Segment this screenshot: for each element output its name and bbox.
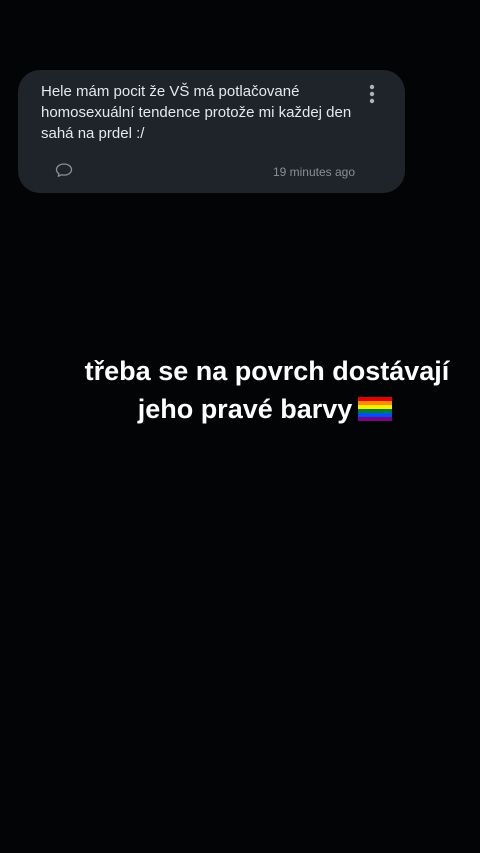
more-options-button[interactable] <box>361 83 383 105</box>
caption-line-1: třeba se na povrch dostávají <box>84 356 450 386</box>
message-card: Hele mám pocit že VŠ má potlačované homo… <box>18 70 405 193</box>
rainbow-flag-icon <box>358 397 393 421</box>
message-text: Hele mám pocit že VŠ má potlačované homo… <box>41 83 352 142</box>
speech-bubble-icon <box>55 163 73 177</box>
caption-line-2: jeho pravé barvy <box>0 390 480 428</box>
caption-line-2-text: jeho pravé barvy <box>137 394 353 424</box>
message-timestamp: 19 minutes ago <box>272 165 355 179</box>
story-caption: třeba se na povrch dostávají jeho pravé … <box>0 352 480 428</box>
more-vertical-icon <box>369 84 375 104</box>
reply-button[interactable] <box>55 162 77 182</box>
